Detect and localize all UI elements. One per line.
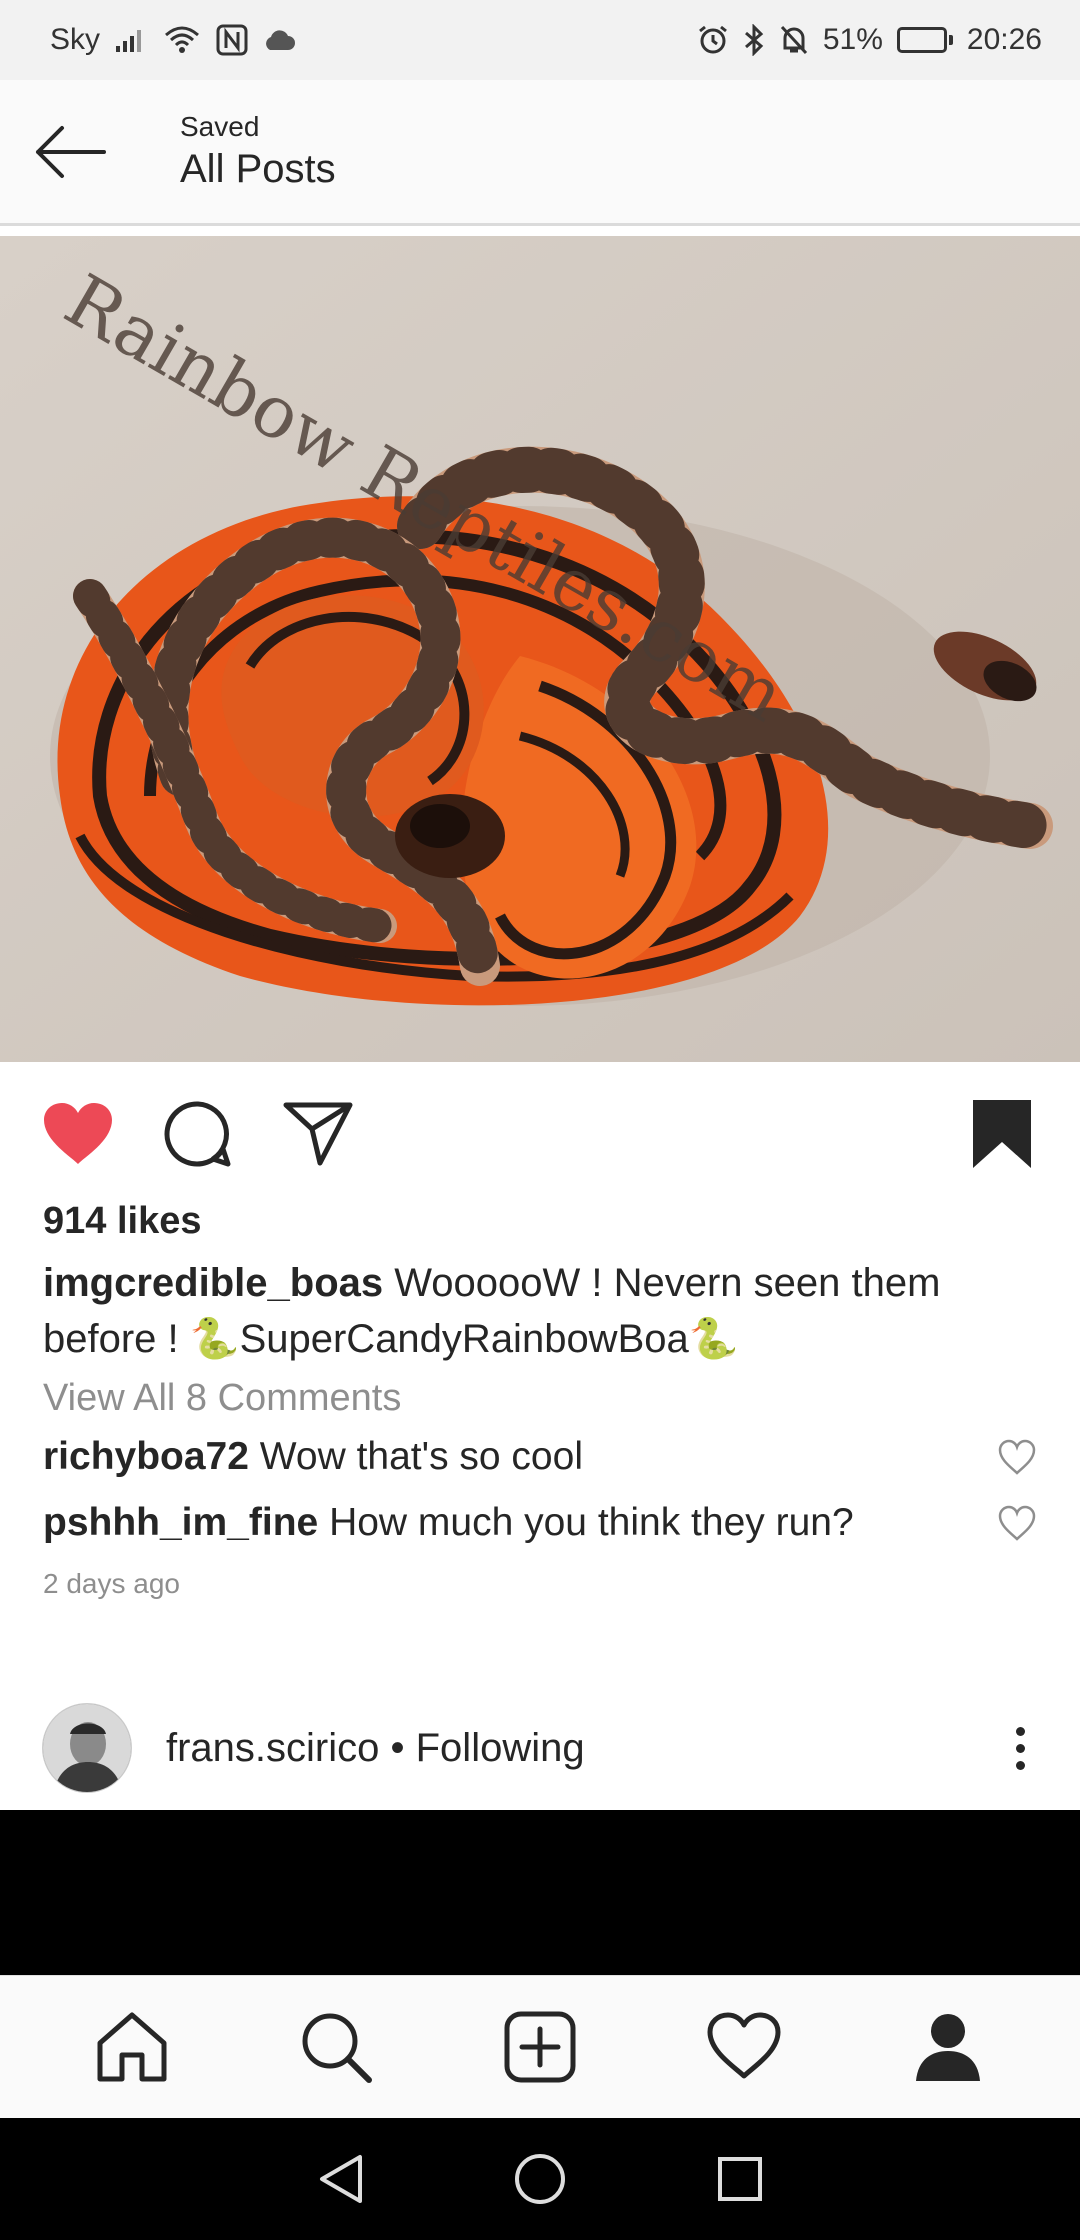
- system-home-button[interactable]: [510, 2149, 570, 2209]
- more-options-button[interactable]: [1000, 1708, 1040, 1788]
- post-timestamp: 2 days ago: [43, 1568, 180, 1599]
- signal-icon: [114, 26, 148, 54]
- tab-profile[interactable]: [898, 1997, 998, 2097]
- next-post-header: frans.scirico • Following: [0, 1686, 1080, 1810]
- wifi-icon: [162, 25, 202, 55]
- cloud-icon: [262, 28, 296, 52]
- carrier-label: Sky: [50, 23, 101, 56]
- likes-count[interactable]: 914 likes: [43, 1200, 1043, 1243]
- home-icon: [97, 2012, 167, 2082]
- next-post-image[interactable]: [0, 1810, 1080, 1975]
- share-button[interactable]: [278, 1094, 358, 1174]
- search-icon: [302, 2013, 372, 2083]
- battery-icon: [896, 27, 953, 53]
- comment-like-icon[interactable]: [997, 1438, 1037, 1478]
- comment-icon: [164, 1101, 231, 1167]
- post-image[interactable]: Rainbow Reptiles.com: [0, 236, 1080, 1062]
- comment-button[interactable]: [158, 1094, 238, 1174]
- clock: 20:26: [966, 23, 1042, 56]
- square-recents-icon: [718, 2157, 762, 2201]
- system-back-button[interactable]: [310, 2149, 370, 2209]
- heart-filled-icon: [44, 1103, 112, 1164]
- tab-new-post[interactable]: [490, 1997, 590, 2097]
- separator-dot: •: [379, 1725, 416, 1770]
- next-post-username[interactable]: frans.scirico: [166, 1726, 379, 1770]
- system-recents-button[interactable]: [710, 2149, 770, 2209]
- triangle-back-icon: [320, 2155, 362, 2203]
- post-actions: [0, 1062, 1080, 1202]
- top-app-bar: Saved All Posts: [0, 80, 1080, 226]
- activity-icon: [707, 2012, 781, 2079]
- battery-percent: 51%: [822, 23, 883, 56]
- post-details: 914 likes imgcredible_boas WoooooW ! Nev…: [43, 1200, 1043, 1600]
- more-icon: [1015, 1726, 1025, 1736]
- status-bar-left: Sky: [50, 23, 296, 57]
- comment-author[interactable]: pshhh_im_fine: [43, 1501, 318, 1544]
- mute-icon: [779, 24, 809, 56]
- comment-text: Wow that's so cool: [259, 1435, 583, 1478]
- bottom-tab-bar: [0, 1975, 1080, 2118]
- comment-text: How much you think they run?: [329, 1501, 854, 1544]
- nfc-icon: [216, 24, 248, 56]
- status-bar: Sky 51% 20:26: [0, 0, 1080, 80]
- system-nav-bar: [0, 2118, 1080, 2240]
- page-title: All Posts: [180, 147, 336, 191]
- next-post-user-line: frans.scirico • Following: [166, 1726, 585, 1771]
- status-bar-right: 51% 20:26: [697, 23, 1042, 57]
- back-arrow-icon: [36, 125, 106, 178]
- avatar[interactable]: [42, 1703, 132, 1793]
- alarm-icon: [697, 24, 729, 56]
- send-icon: [283, 1102, 353, 1166]
- header-subtitle: Saved: [180, 111, 260, 142]
- caption-author[interactable]: imgcredible_boas: [43, 1261, 383, 1305]
- post-caption: imgcredible_boas WoooooW ! Nevern seen t…: [43, 1255, 1043, 1367]
- tab-activity[interactable]: [694, 1997, 794, 2097]
- view-all-comments-link[interactable]: View All 8 Comments: [43, 1377, 1043, 1420]
- bookmark-filled-icon: [973, 1100, 1031, 1168]
- snakes-photo: Rainbow Reptiles.com: [0, 236, 1080, 1062]
- comment-item: richyboa72 Wow that's so cool: [43, 1424, 1037, 1490]
- comment-item: pshhh_im_fine How much you think they ru…: [43, 1490, 1037, 1556]
- back-button[interactable]: [0, 79, 140, 225]
- tab-search[interactable]: [286, 1997, 386, 2097]
- like-button[interactable]: [38, 1094, 118, 1174]
- avatar-image: [43, 1704, 131, 1792]
- circle-home-icon: [515, 2154, 565, 2204]
- comment-author[interactable]: richyboa72: [43, 1435, 249, 1478]
- comment-like-icon[interactable]: [997, 1504, 1037, 1544]
- follow-status[interactable]: Following: [416, 1726, 585, 1770]
- header-titles: Saved All Posts: [180, 111, 336, 192]
- tab-home[interactable]: [82, 1997, 182, 2097]
- save-button[interactable]: [962, 1094, 1042, 1174]
- bluetooth-icon: [743, 24, 765, 56]
- profile-icon: [916, 2014, 980, 2081]
- new-post-icon: [504, 2011, 576, 2083]
